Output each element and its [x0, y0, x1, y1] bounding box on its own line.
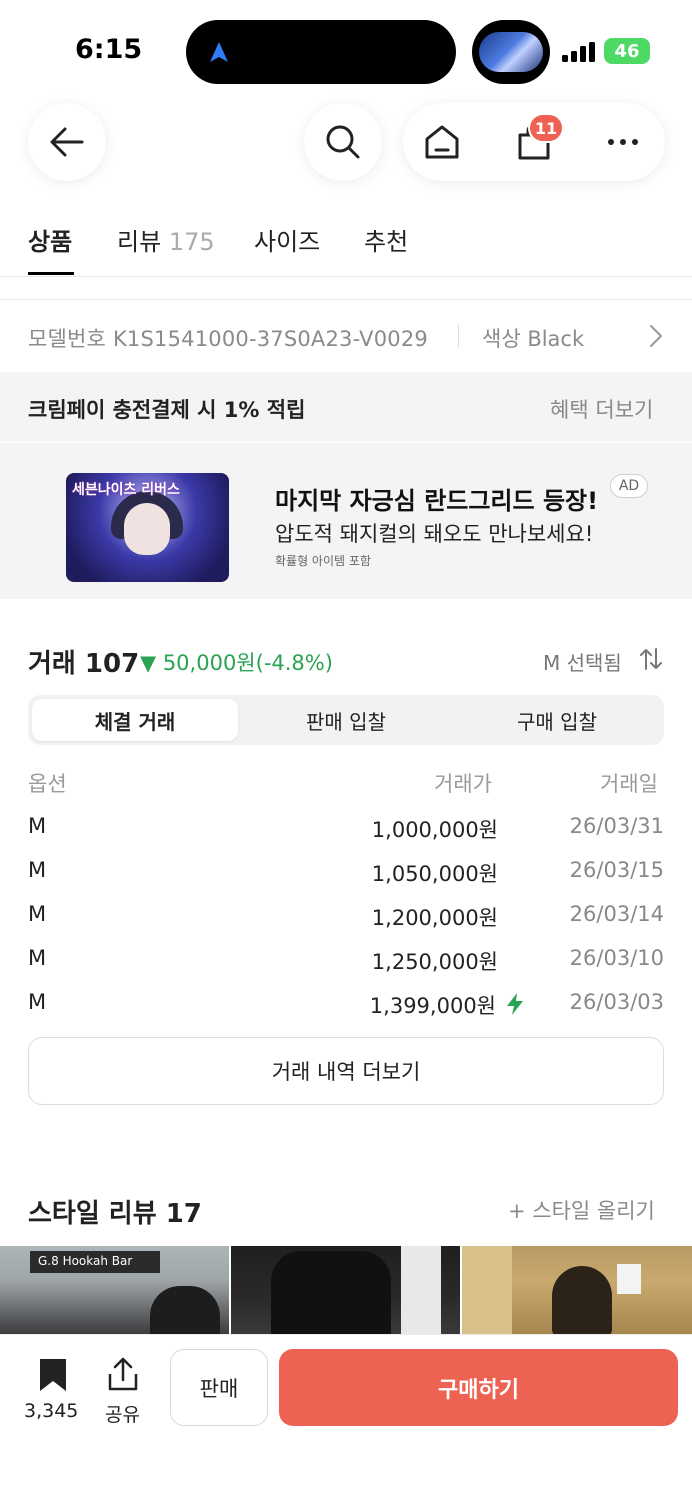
- ad-note: 확률형 아이템 포함: [275, 554, 371, 568]
- trade-segment-control: 체결 거래 판매 입찰 구매 입찰: [28, 695, 664, 745]
- trade-history-more-button[interactable]: 거래 내역 더보기: [28, 1037, 664, 1105]
- table-row: M 1,399,000원 26/03/03: [28, 990, 664, 1018]
- segment-buy-bids[interactable]: 구매 입찰: [454, 699, 660, 741]
- live-activity-thumbnail[interactable]: [472, 20, 550, 84]
- benefit-more-link[interactable]: 혜택 더보기: [550, 394, 653, 424]
- tab-size[interactable]: 사이즈: [254, 222, 320, 257]
- table-row: M 1,000,000원 26/03/31: [28, 814, 664, 842]
- bookmark-count: 3,345: [24, 1400, 79, 1422]
- trade-title: 거래 107: [28, 649, 140, 679]
- tab-review[interactable]: 리뷰 175: [117, 222, 215, 257]
- column-header-option: 옵션: [28, 772, 67, 796]
- ad-title: 마지막 자긍심 란드그리드 등장!: [275, 487, 599, 515]
- ad-image[interactable]: 세븐나이츠 리버스: [66, 473, 229, 582]
- divider: [0, 276, 692, 277]
- buy-button[interactable]: 구매하기: [279, 1349, 678, 1426]
- battery-level: 46: [614, 40, 640, 62]
- table-row: M 1,200,000원 26/03/14: [28, 902, 664, 930]
- back-button[interactable]: [28, 103, 106, 181]
- size-selected[interactable]: M 선택됨: [543, 647, 622, 676]
- search-button[interactable]: [304, 103, 382, 181]
- tab-recommend[interactable]: 추천: [364, 222, 408, 257]
- style-photo[interactable]: [231, 1246, 460, 1334]
- tab-active-indicator: [28, 272, 74, 275]
- cream-pay-text: 크림페이 충전결제 시 1% 적립: [28, 398, 306, 422]
- table-row: M 1,250,000원 26/03/10: [28, 946, 664, 974]
- ad-image-logo: 세븐나이츠 리버스: [72, 482, 180, 498]
- trade-price-change: ▼ 50,000원(-4.8%): [140, 651, 333, 675]
- segment-completed-trades[interactable]: 체결 거래: [32, 699, 238, 741]
- share-label: 공유: [105, 1404, 140, 1426]
- style-photo[interactable]: G.8 Hookah Bar: [0, 1246, 229, 1334]
- sort-icon[interactable]: [640, 647, 662, 671]
- upload-style-link[interactable]: + 스타일 올리기: [508, 1195, 655, 1225]
- back-arrow-icon: [50, 127, 84, 157]
- column-header-price: 거래가: [434, 772, 492, 796]
- cellular-signal-icon: [562, 42, 595, 62]
- header-actions: 11: [403, 103, 665, 181]
- product-color[interactable]: 색상 Black: [482, 323, 584, 353]
- status-time: 6:15: [75, 34, 143, 65]
- style-photo[interactable]: [462, 1246, 692, 1334]
- review-count: 175: [168, 228, 215, 256]
- sell-button[interactable]: 판매: [170, 1349, 268, 1426]
- ad-tag[interactable]: AD: [610, 474, 648, 498]
- navigation-arrow-icon: [210, 42, 228, 62]
- search-icon: [326, 125, 360, 159]
- table-row: M 1,050,000원 26/03/15: [28, 858, 664, 886]
- segment-sell-bids[interactable]: 판매 입찰: [243, 699, 449, 741]
- style-review-title: 스타일 리뷰 17: [28, 1199, 202, 1229]
- divider: [0, 299, 692, 300]
- share-icon[interactable]: [106, 1356, 140, 1392]
- model-number: 모델번호 K1S1541000-37S0A23-V0029: [28, 327, 428, 351]
- home-icon[interactable]: [423, 123, 461, 161]
- quick-delivery-icon: [507, 993, 523, 1015]
- ad-subtitle: 압도적 돼지컬의 돼오도 만나보세요!: [275, 522, 594, 546]
- chevron-right-icon[interactable]: [648, 324, 664, 348]
- battery-indicator: 46: [604, 38, 650, 64]
- bookmark-icon[interactable]: [38, 1357, 68, 1393]
- cart-badge: 11: [528, 113, 564, 143]
- more-icon[interactable]: [603, 131, 643, 153]
- tab-product[interactable]: 상품: [28, 222, 72, 257]
- photo-sign-text: G.8 Hookah Bar: [30, 1251, 160, 1273]
- column-header-date: 거래일: [600, 772, 658, 796]
- divider: [458, 324, 459, 348]
